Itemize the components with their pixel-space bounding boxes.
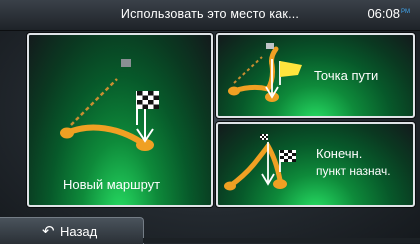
new-route-label: Новый маршрут [63,177,161,192]
waypoint-label: Точка пути [314,68,379,83]
page-title: Использовать это место как... [120,7,300,21]
waypoint-button[interactable]: Точка пути [216,33,415,118]
back-button[interactable]: ↶ Назад [0,217,144,244]
destination-label-line1: Конечн. [316,146,363,161]
destination-button[interactable]: Конечн. пункт назнач. [216,122,415,207]
back-label: Назад [60,224,98,239]
title-bar: Использовать это место как... 06:08PM [0,0,420,31]
footer-bar [143,238,420,243]
destination-label-line2: пункт назнач. [316,164,391,178]
clock-ampm: PM [401,9,410,15]
new-route-button[interactable]: Новый маршрут [27,33,213,207]
back-arrow-icon: ↶ [42,223,55,240]
clock-time: 06:08 [367,6,400,21]
clock: 06:08PM [367,6,410,21]
